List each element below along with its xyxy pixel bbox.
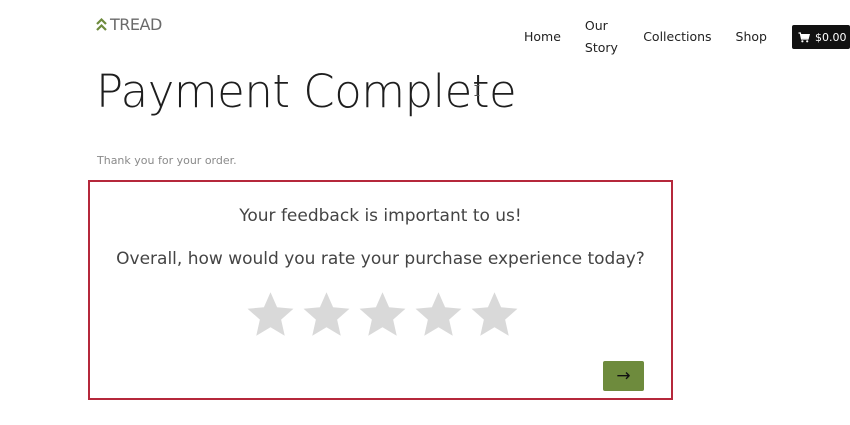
star-2-icon[interactable]	[301, 289, 352, 340]
chevrons-up-icon	[96, 17, 107, 33]
star-rating	[245, 289, 520, 340]
feedback-panel: Your feedback is important to us! Overal…	[88, 180, 673, 400]
nav-shop[interactable]: Shop	[736, 26, 767, 48]
feedback-heading: Your feedback is important to us!	[239, 206, 522, 226]
nav-home[interactable]: Home	[524, 26, 561, 48]
cart-button[interactable]: $0.00	[792, 25, 850, 49]
star-3-icon[interactable]	[357, 289, 408, 340]
page: TREAD Home Our Story Collections Shop $0…	[0, 0, 850, 425]
nav-collections[interactable]: Collections	[643, 26, 711, 48]
thank-you-message: Thank you for your order.	[97, 154, 237, 167]
nav-our-story[interactable]: Our Story	[585, 15, 619, 59]
star-5-icon[interactable]	[469, 289, 520, 340]
next-button[interactable]: →	[603, 361, 644, 391]
star-1-icon[interactable]	[245, 289, 296, 340]
shopping-cart-icon	[798, 31, 810, 43]
text-cursor-icon	[474, 81, 480, 96]
star-4-icon[interactable]	[413, 289, 464, 340]
logo-text: TREAD	[110, 15, 162, 34]
main-nav: Home Our Story Collections Shop $0.00	[524, 15, 850, 59]
cart-total: $0.00	[815, 30, 847, 44]
logo[interactable]: TREAD	[96, 16, 162, 34]
page-title: Payment Complete	[96, 65, 517, 118]
feedback-question: Overall, how would you rate your purchas…	[116, 249, 645, 269]
